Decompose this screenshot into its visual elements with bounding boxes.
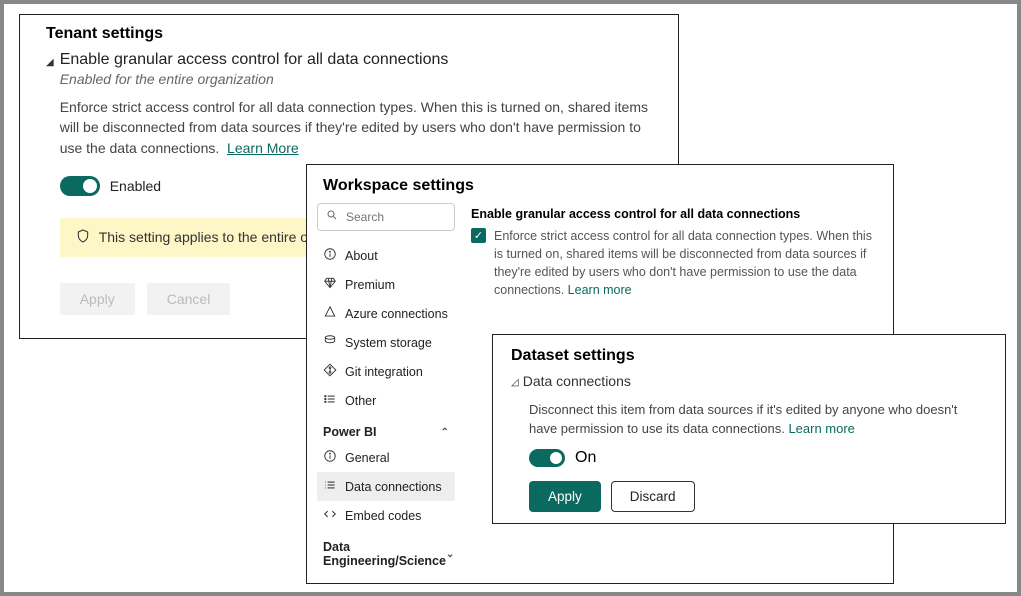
nav-azure-connections[interactable]: Azure connections [317, 299, 455, 328]
tenant-banner-text: This setting applies to the entire org [99, 229, 321, 245]
nav-label: Git integration [345, 365, 423, 379]
info-icon [323, 449, 337, 466]
nav-label: About [345, 249, 378, 263]
tenant-status-line: Enabled for the entire organization [60, 71, 652, 87]
chevron-down-icon: ⌄ [446, 549, 454, 560]
storage-icon [323, 334, 337, 351]
dataset-description: Disconnect this item from data sources i… [529, 401, 987, 439]
workspace-sidebar: About Premium Azure connections System s… [307, 203, 465, 583]
apply-button[interactable]: Apply [529, 481, 601, 512]
nav-label: Data connections [345, 480, 442, 494]
nav-git-integration[interactable]: Git integration [317, 357, 455, 386]
nav-label: System storage [345, 336, 432, 350]
nav-label: Other [345, 394, 376, 408]
expand-icon[interactable]: ◿ [511, 373, 519, 393]
nav-system-storage[interactable]: System storage [317, 328, 455, 357]
info-icon [323, 247, 337, 264]
workspace-heading: Workspace settings [323, 177, 877, 195]
nav-data-connections[interactable]: Data connections [317, 472, 455, 501]
list-icon [323, 392, 337, 409]
workspace-enable-checkbox[interactable]: ✓ [471, 228, 486, 243]
search-input[interactable] [344, 209, 446, 225]
shield-icon [75, 228, 91, 247]
tenant-learn-more-link[interactable]: Learn More [227, 140, 299, 156]
nav-general[interactable]: General [317, 443, 455, 472]
nav-other[interactable]: Other [317, 386, 455, 415]
workspace-setting-title: Enable granular access control for all d… [471, 207, 879, 221]
tenant-heading: Tenant settings [46, 25, 652, 43]
tenant-description: Enforce strict access control for all da… [60, 97, 652, 158]
search-input-wrapper[interactable] [317, 203, 455, 231]
dataset-heading: Dataset settings [511, 347, 987, 365]
nav-embed-codes[interactable]: Embed codes [317, 501, 455, 530]
chevron-up-icon: ⌃ [441, 427, 449, 438]
cancel-button[interactable]: Cancel [147, 283, 231, 315]
nav-label: Embed codes [345, 509, 421, 523]
nav-about[interactable]: About [317, 241, 455, 270]
search-icon [326, 208, 338, 226]
apply-button[interactable]: Apply [60, 283, 135, 315]
azure-icon [323, 305, 337, 322]
tenant-toggle-label: Enabled [110, 178, 161, 194]
expand-icon[interactable]: ◢ [46, 53, 54, 73]
nav-label: Azure connections [345, 307, 448, 321]
dataset-learn-more-link[interactable]: Learn more [788, 421, 854, 436]
diamond-icon [323, 276, 337, 293]
code-icon [323, 507, 337, 524]
data-icon [323, 478, 337, 495]
discard-button[interactable]: Discard [611, 481, 695, 512]
dataset-settings-panel: Dataset settings ◿ Data connections Disc… [492, 334, 1006, 524]
tenant-setting-title: Enable granular access control for all d… [60, 51, 652, 69]
dataset-on-toggle[interactable] [529, 449, 565, 467]
dataset-section-title: Data connections [523, 373, 631, 389]
nav-group-label: Data Engineering/Science [323, 540, 446, 568]
workspace-description: Enforce strict access control for all da… [494, 227, 879, 300]
workspace-learn-more-link[interactable]: Learn more [568, 283, 632, 297]
nav-label: Premium [345, 278, 395, 292]
nav-group-powerbi[interactable]: Power BI ⌃ [317, 415, 455, 443]
tenant-enabled-toggle[interactable] [60, 176, 100, 196]
nav-group-label: Power BI [323, 425, 377, 439]
dataset-toggle-label: On [575, 449, 596, 467]
nav-label: General [345, 451, 389, 465]
git-icon [323, 363, 337, 380]
nav-group-data-eng[interactable]: Data Engineering/Science ⌄ [317, 530, 455, 572]
nav-premium[interactable]: Premium [317, 270, 455, 299]
